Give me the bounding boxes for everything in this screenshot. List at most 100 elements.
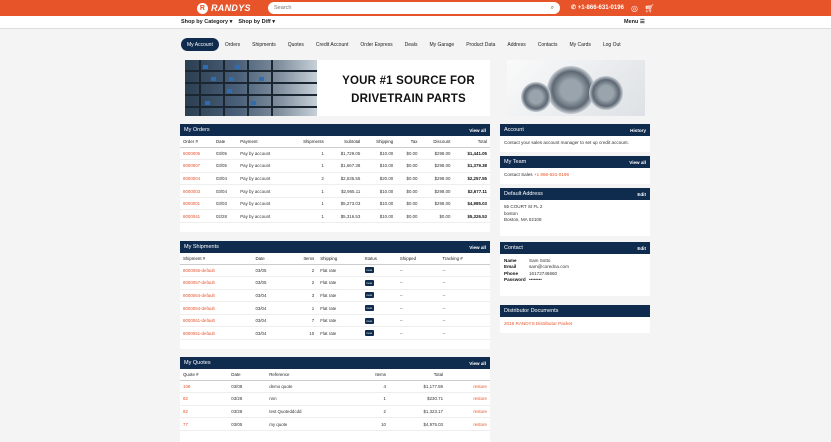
shipments-table: Shipment # Date Items Shipping Status Shipped…: [180, 253, 490, 341]
quotes-cell: nnn: [266, 392, 352, 406]
quotes-view-all-link[interactable]: View all: [469, 361, 486, 366]
orders-cell: $298.00: [420, 159, 454, 173]
quotes-cell[interactable]: restore: [446, 392, 490, 406]
contact-edit-link[interactable]: Edit: [637, 246, 646, 251]
shipments-col-header: Tracking #: [439, 253, 490, 265]
account-panel: Account History Contact your sales accoun…: [500, 124, 650, 152]
quotes-cell: 03/08: [228, 380, 267, 394]
orders-cell: $10.00: [363, 147, 397, 161]
nav-tab-product-data[interactable]: Product Data: [460, 38, 501, 51]
contact-title: Contact: [504, 245, 523, 251]
nav-tab-my-account[interactable]: My Account: [181, 38, 219, 51]
shipments-view-all-link[interactable]: View all: [469, 245, 486, 250]
orders-cell[interactable]: 8000041: [180, 209, 213, 224]
shipments-cell: --: [396, 314, 440, 328]
shipments-col-header: Shipped: [396, 253, 440, 265]
orders-cell: $298.00: [420, 172, 454, 186]
orders-col-header: Order #: [180, 136, 213, 148]
orders-cell: 1: [288, 184, 327, 198]
warehouse-image: [185, 60, 317, 116]
menu-button[interactable]: Menu ☰: [624, 19, 645, 25]
account-text: Contact your sales account manager to se…: [504, 140, 629, 145]
nav-tab-orders[interactable]: Orders: [219, 38, 246, 51]
orders-cell[interactable]: 8000007: [180, 159, 213, 173]
shipments-cell: Flat rate: [317, 276, 362, 290]
nav-tab-order-express[interactable]: Order Express: [354, 38, 398, 51]
orders-cell: $10.00: [363, 159, 397, 173]
orders-cell: $20.00: [363, 172, 397, 186]
shipments-cell[interactable]: 8000054-default: [180, 301, 253, 315]
search-box[interactable]: ⌕: [268, 2, 560, 14]
header-phone[interactable]: ✆ +1-866-631-0196: [571, 4, 624, 11]
orders-cell: $298.00: [420, 147, 454, 161]
nav-tab-credit-account[interactable]: Credit Account: [310, 38, 355, 51]
search-input[interactable]: [274, 5, 551, 11]
nav-tab-contacts[interactable]: Contacts: [532, 38, 564, 51]
quotes-col-header: Items: [351, 369, 389, 381]
password-label: Password: [504, 276, 526, 282]
shipments-cell: 10: [285, 326, 318, 341]
documents-panel: Distributor Documents 2016 RANDYS Distri…: [500, 305, 650, 333]
quotes-row: 77 03/05 my quote 10 $4,975.03 restore: [180, 417, 490, 431]
banner-headline: YOUR #1 SOURCE FOR DRIVETRAIN PARTS: [342, 75, 475, 105]
shipments-cell: new: [361, 289, 397, 303]
orders-cell: $2,535.55: [326, 172, 364, 186]
shipments-cell: 03/04: [252, 301, 286, 315]
distributor-packet-link[interactable]: 2016 RANDYS Distributor Packet: [504, 321, 572, 326]
address-edit-link[interactable]: Edit: [637, 192, 646, 197]
randys-logo[interactable]: R RANDYS: [197, 2, 251, 14]
address-panel: Default Address Edit 55 COURT St FL 2 bos…: [500, 188, 650, 236]
orders-cell: $0.00: [396, 172, 421, 186]
nav-tab-quotes[interactable]: Quotes: [282, 38, 310, 51]
orders-cell: 1: [288, 209, 327, 224]
team-view-all-link[interactable]: View all: [629, 160, 646, 165]
orders-cell: 03/04: [212, 172, 238, 186]
orders-cell: $2,677.11: [453, 184, 490, 198]
orders-cell: $1,441.05: [453, 147, 490, 161]
quotes-panel: My Quotes View all Quote # Date Reference It…: [180, 357, 490, 442]
orders-cell: $10.00: [363, 209, 397, 224]
category-bar: Shop by Category ▾ Shop by Diff ▾ Menu ☰: [0, 16, 831, 29]
shipments-cell[interactable]: 8000064-default: [180, 289, 253, 303]
orders-cell[interactable]: 8000004: [180, 172, 213, 186]
account-icon[interactable]: ◎: [629, 3, 640, 13]
nav-tab-address[interactable]: Address: [501, 38, 531, 51]
orders-cell: 03/03: [212, 197, 238, 211]
shipments-cell[interactable]: 8000051-default: [180, 326, 253, 341]
orders-cell[interactable]: 8000001: [180, 197, 213, 211]
cart-icon[interactable]: 🛒︎: [644, 3, 655, 13]
nav-tab-deals[interactable]: Deals: [399, 38, 424, 51]
status-badge: new: [364, 292, 375, 299]
nav-tab-log-out[interactable]: Log Out: [597, 38, 627, 51]
quotes-cell[interactable]: 77: [180, 417, 229, 431]
nav-tab-shipments[interactable]: Shipments: [246, 38, 282, 51]
quotes-cell: 10: [351, 417, 389, 431]
shop-by-category-menu[interactable]: Shop by Category ▾: [181, 19, 232, 25]
quotes-cell[interactable]: restore: [446, 380, 490, 394]
orders-cell[interactable]: 8000005: [180, 147, 213, 161]
quotes-cell[interactable]: 82: [180, 405, 229, 419]
differential-image[interactable]: [507, 60, 645, 116]
quotes-cell: 03/28: [228, 405, 267, 419]
shipments-cell: --: [396, 301, 440, 315]
shipments-cell[interactable]: 8000061-default: [180, 314, 253, 328]
orders-cell[interactable]: 8000003: [180, 184, 213, 198]
quotes-cell[interactable]: 82: [180, 392, 229, 406]
nav-tab-my-garage[interactable]: My Garage: [423, 38, 460, 51]
search-icon[interactable]: ⌕: [551, 5, 554, 12]
quotes-cell[interactable]: 108: [180, 380, 229, 394]
quotes-cell: $4,975.03: [388, 417, 447, 431]
quotes-cell[interactable]: restore: [446, 417, 490, 431]
orders-cell: $0.00: [396, 184, 421, 198]
account-history-link[interactable]: History: [630, 128, 646, 133]
quotes-cell[interactable]: restore: [446, 405, 490, 419]
sales-phone-link[interactable]: +1 866-631-0196: [534, 172, 569, 177]
shipments-cell[interactable]: 8000057-default: [180, 276, 253, 290]
shipments-cell: 7: [285, 314, 318, 328]
shipments-cell[interactable]: 8000066-default: [180, 264, 253, 278]
orders-view-all-link[interactable]: View all: [469, 128, 486, 133]
promo-banner[interactable]: YOUR #1 SOURCE FOR DRIVETRAIN PARTS: [185, 60, 490, 116]
nav-tab-my-cards[interactable]: My Cards: [563, 38, 596, 51]
shop-by-diff-menu[interactable]: Shop by Diff ▾: [238, 19, 275, 25]
orders-cell: $0.00: [396, 197, 421, 211]
